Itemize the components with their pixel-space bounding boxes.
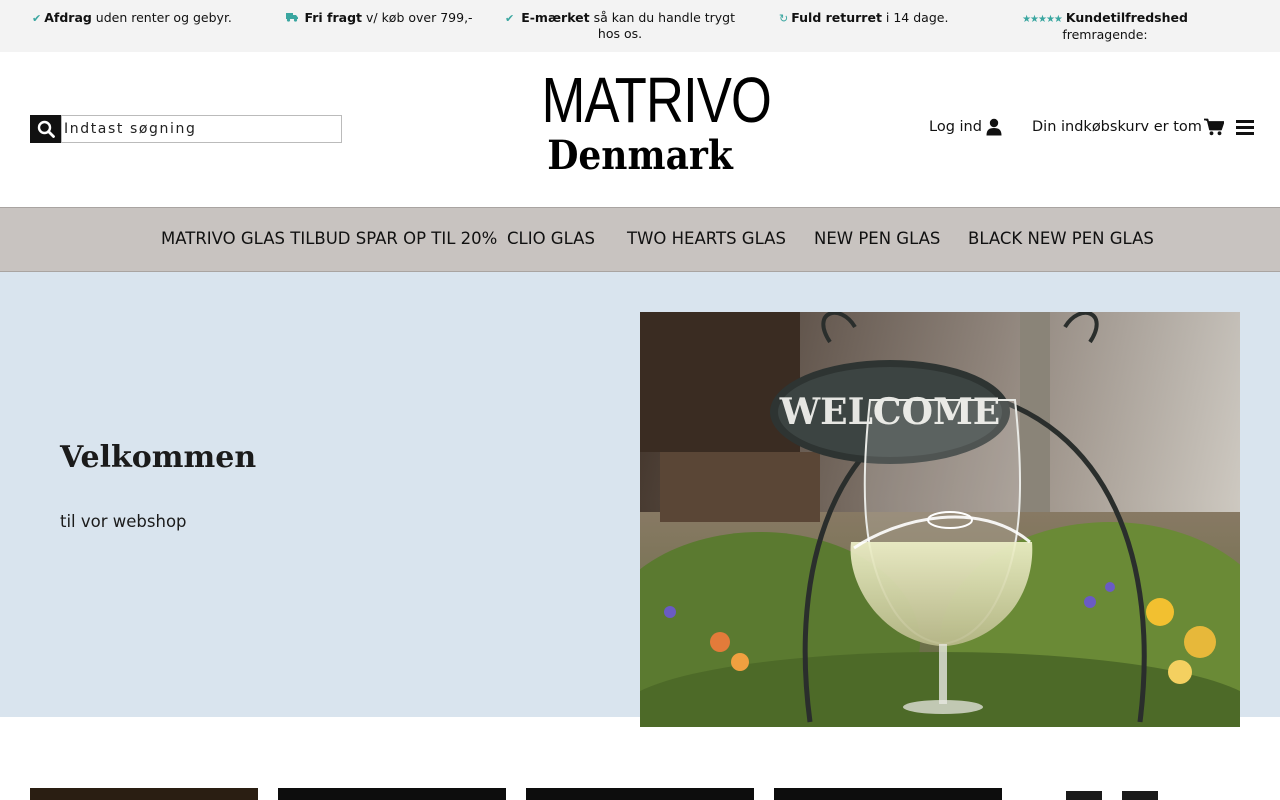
search-button[interactable] — [30, 115, 61, 143]
product-card[interactable] — [774, 788, 1002, 800]
nav-item-new-pen[interactable]: NEW PEN GLAS — [814, 229, 940, 248]
cart-link[interactable]: Din indkøbskurv er tom — [1032, 118, 1224, 136]
usp-item-installments: ✔ Afdrag uden renter og gebyr. — [32, 10, 262, 26]
usp-text: så kan du handle trygt hos os. — [589, 10, 736, 41]
nav-item-black-new-pen[interactable]: BLACK NEW PEN GLAS — [968, 229, 1154, 248]
hero-banner: Velkommen til vor webshop WELCOME — [0, 272, 1280, 727]
nav-item-two-hearts[interactable]: TWO HEARTS GLAS — [627, 229, 786, 248]
login-label: Log ind — [929, 119, 982, 135]
product-card[interactable] — [526, 788, 754, 800]
usp-text: uden renter og gebyr. — [91, 10, 232, 25]
hero-photo: WELCOME — [640, 312, 1240, 727]
hero-title: Velkommen — [60, 440, 257, 475]
star-rating-icon: ★★★★★ — [1022, 14, 1063, 25]
site-logo[interactable]: MATRIVO Denmark — [520, 64, 772, 186]
usp-item-free-shipping: Fri fragt v/ køb over 799,- — [286, 10, 486, 26]
usp-text: i 14 dage. — [881, 10, 949, 25]
product-card[interactable] — [30, 788, 258, 800]
usp-item-satisfaction[interactable]: ★★★★★ Kundetilfredshed fremragende: — [1000, 10, 1210, 42]
nav-item-matrivo-offer[interactable]: MATRIVO GLAS TILBUD SPAR OP TIL 20% — [161, 229, 497, 248]
usp-bold: E-mærket — [521, 10, 590, 25]
logo-country: Denmark — [547, 132, 733, 179]
usp-bold: Fri fragt — [304, 10, 363, 25]
product-card[interactable] — [1022, 788, 1250, 800]
search-input[interactable] — [61, 115, 342, 143]
search-bar — [30, 115, 342, 143]
truck-icon — [286, 12, 302, 25]
search-icon — [37, 120, 55, 138]
check-icon: ✔ — [504, 12, 515, 25]
logo-wordmark: MATRIVO — [541, 64, 772, 136]
usp-text: fremragende: — [1062, 27, 1148, 42]
refresh-icon: ↻ — [779, 12, 789, 25]
usp-item-returns: ↻ Fuld returret i 14 dage. — [779, 10, 979, 26]
product-card[interactable] — [278, 788, 506, 800]
usp-bar: ✔ Afdrag uden renter og gebyr. Fri fragt … — [0, 0, 1280, 52]
usp-bold: Fuld returret — [791, 10, 882, 25]
site-header: MATRIVO Denmark Log ind Din indkøbskurv … — [0, 52, 1280, 207]
check-icon: ✔ — [32, 12, 42, 25]
user-icon — [986, 118, 1002, 136]
category-nav: MATRIVO GLAS TILBUD SPAR OP TIL 20% CLIO… — [0, 207, 1280, 272]
login-link[interactable]: Log ind — [929, 118, 1002, 136]
usp-bold: Afdrag — [44, 10, 92, 25]
cart-icon — [1203, 118, 1224, 136]
cart-label: Din indkøbskurv er tom — [1032, 119, 1202, 135]
usp-bold: Kundetilfredshed — [1065, 10, 1188, 25]
nav-item-clio[interactable]: CLIO GLAS — [507, 229, 595, 248]
usp-item-emaerket: ✔ E-mærket så kan du handle trygt hos os… — [500, 10, 740, 41]
hero-subtitle: til vor webshop — [60, 512, 187, 531]
hamburger-menu-icon[interactable] — [1236, 120, 1256, 138]
usp-text: v/ køb over 799,- — [362, 10, 473, 25]
